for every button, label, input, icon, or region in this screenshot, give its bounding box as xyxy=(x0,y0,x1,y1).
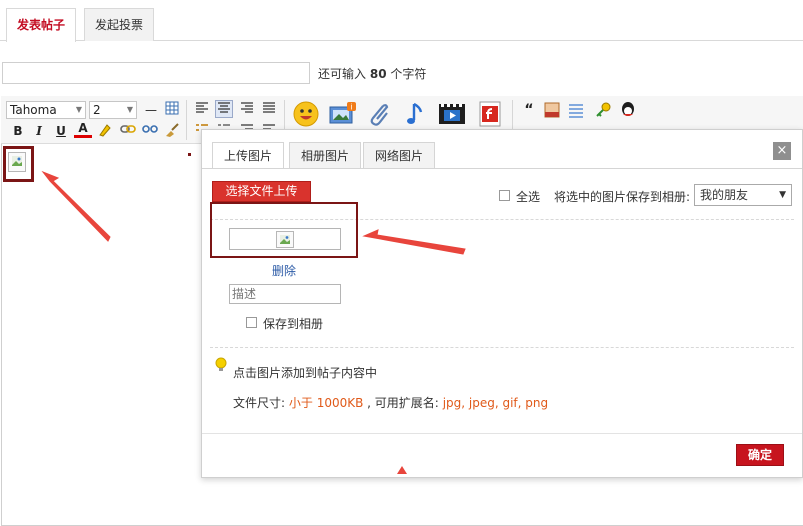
horizontal-rule-icon[interactable]: — xyxy=(142,101,160,119)
annotation-highlight-box xyxy=(210,202,358,258)
album-select[interactable]: 我的朋友 ▼ xyxy=(694,184,792,206)
svg-text:i: i xyxy=(350,103,352,112)
underline-button[interactable]: U xyxy=(52,122,70,140)
file-size-value: 小于 1000KB xyxy=(288,396,364,410)
music-icon[interactable] xyxy=(402,100,430,128)
usage-tip: 点击图片添加到帖子内容中 xyxy=(233,366,378,380)
dialog-tab-album[interactable]: 相册图片 xyxy=(289,142,362,168)
dialog-tab-web[interactable]: 网络图片 xyxy=(363,142,436,168)
choose-file-upload-button[interactable]: 选择文件上传 xyxy=(212,181,311,202)
select-all-label: 全选 xyxy=(516,190,541,204)
align-right-icon[interactable] xyxy=(238,101,256,119)
link-icon[interactable] xyxy=(119,122,137,140)
char-hint-count: 80 xyxy=(369,67,387,81)
save-to-album-checkbox-label: 保存到相册 xyxy=(263,317,324,331)
chevron-down-icon: ▼ xyxy=(75,105,82,114)
toolbar-separator xyxy=(186,100,187,140)
lightbulb-icon xyxy=(215,357,227,373)
table-icon[interactable] xyxy=(163,101,181,119)
dialog-footer-divider xyxy=(202,433,802,434)
dialog-tab-upload[interactable]: 上传图片 xyxy=(212,142,285,169)
hidden-content-icon[interactable] xyxy=(567,101,585,119)
dashed-divider xyxy=(210,347,794,348)
confirm-button[interactable]: 确定 xyxy=(736,444,784,466)
save-to-album-checkbox[interactable] xyxy=(246,317,257,328)
annotation-highlight-box xyxy=(3,146,34,182)
tab-publish-post[interactable]: 发表帖子 xyxy=(6,8,77,42)
char-count-hint: 还可输入 80 个字符 xyxy=(318,65,426,82)
select-all-checkbox[interactable] xyxy=(499,190,510,201)
file-constraints: 文件尺寸: 小于 1000KB , 可用扩展名: jpg, jpeg, gif,… xyxy=(233,394,548,411)
align-justify-icon[interactable] xyxy=(260,101,278,119)
font-family-select[interactable]: Tahoma ▼ xyxy=(6,101,86,119)
unlink-icon[interactable] xyxy=(141,122,159,140)
chevron-down-icon: ▼ xyxy=(779,190,786,200)
free-icon[interactable] xyxy=(543,101,561,119)
emoticon-icon[interactable] xyxy=(292,100,320,128)
close-icon[interactable]: × xyxy=(773,142,791,160)
subject-input[interactable] xyxy=(2,62,310,84)
font-size-value: 2 xyxy=(93,103,101,117)
qq-icon[interactable] xyxy=(619,101,637,119)
font-color-button[interactable]: A xyxy=(74,120,92,138)
dialog-tab-divider xyxy=(202,168,802,169)
file-size-label: 文件尺寸: xyxy=(233,396,286,410)
font-family-value: Tahoma xyxy=(10,103,57,117)
extension-label: , 可用扩展名: xyxy=(367,396,439,410)
align-left-icon[interactable] xyxy=(193,101,211,119)
extension-value: jpg, jpeg, gif, png xyxy=(442,396,549,410)
save-to-album-label: 将选中的图片保存到相册: xyxy=(554,190,691,204)
post-type-tabbar: 发表帖子 发起投票 xyxy=(0,0,803,42)
char-hint-suffix: 个字符 xyxy=(390,67,427,81)
quote-button[interactable]: “ xyxy=(520,101,538,119)
image-description-input[interactable] xyxy=(229,284,341,304)
text-cursor-marker xyxy=(188,153,191,156)
attachment-icon[interactable] xyxy=(365,100,393,128)
bold-button[interactable]: B xyxy=(9,122,27,140)
upload-image-dialog: 上传图片 相册图片 网络图片 × 选择文件上传 全选 将选中的图片保存到相册: … xyxy=(201,129,803,478)
align-center-icon[interactable] xyxy=(215,100,233,118)
album-select-value: 我的朋友 xyxy=(700,188,749,202)
italic-button[interactable]: I xyxy=(30,122,48,140)
video-icon[interactable] xyxy=(437,100,469,128)
flash-icon[interactable] xyxy=(476,100,504,128)
font-size-select[interactable]: 2 ▼ xyxy=(89,101,137,119)
key-icon[interactable] xyxy=(594,101,612,119)
insert-image-icon[interactable]: i xyxy=(328,100,356,128)
tab-start-poll[interactable]: 发起投票 xyxy=(84,8,155,41)
highlight-icon[interactable] xyxy=(96,122,114,140)
clear-format-icon[interactable] xyxy=(163,122,181,140)
char-hint-prefix: 还可输入 xyxy=(318,67,367,81)
delete-image-link[interactable]: 删除 xyxy=(272,262,296,279)
chevron-down-icon: ▼ xyxy=(126,105,133,114)
